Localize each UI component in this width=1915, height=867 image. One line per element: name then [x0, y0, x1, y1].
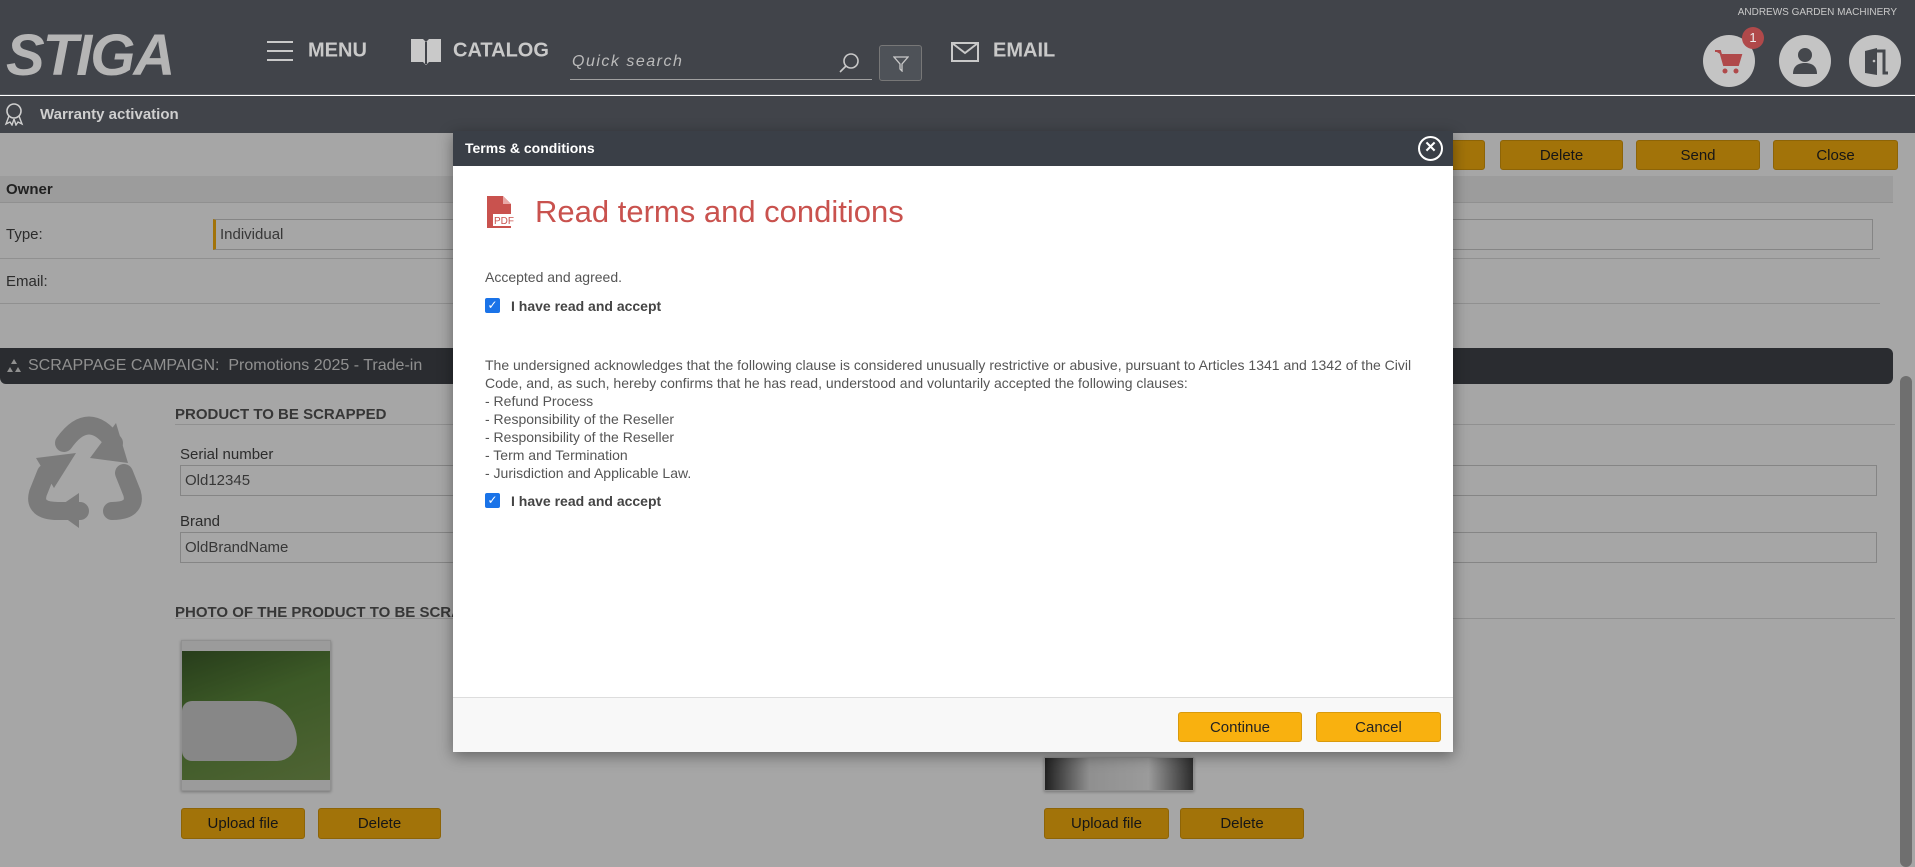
terms-link-title[interactable]: Read terms and conditions [535, 194, 904, 230]
clause-item: - Responsibility of the Reseller [485, 429, 675, 445]
terms-dialog: Terms & conditions ✕ PDF Read terms and … [453, 131, 1453, 752]
dialog-footer: Continue Cancel [453, 697, 1453, 752]
clause-item: - Refund Process [485, 393, 594, 409]
clauses-paragraph: The undersigned acknowledges that the fo… [485, 357, 1412, 391]
accept-checkbox-2[interactable]: ✓ [485, 493, 500, 508]
pdf-file-icon[interactable]: PDF [485, 196, 517, 228]
dialog-header: Terms & conditions ✕ [453, 131, 1453, 166]
clauses-text: The undersigned acknowledges that the fo… [485, 356, 1425, 482]
clause-item: - Responsibility of the Reseller [485, 411, 675, 427]
continue-button[interactable]: Continue [1178, 712, 1302, 742]
cancel-button[interactable]: Cancel [1316, 712, 1441, 742]
svg-text:PDF: PDF [494, 216, 514, 227]
clause-item: - Jurisdiction and Applicable Law. [485, 465, 692, 481]
accept-label-2: I have read and accept [511, 493, 662, 509]
dialog-title: Terms & conditions [465, 140, 595, 156]
accept-checkbox-1[interactable]: ✓ [485, 298, 500, 313]
accept-label-1: I have read and accept [511, 298, 662, 314]
close-dialog-icon[interactable]: ✕ [1418, 136, 1443, 161]
accepted-text: Accepted and agreed. [485, 269, 622, 285]
scrollbar-thumb[interactable] [1900, 376, 1912, 867]
clause-item: - Term and Termination [485, 447, 628, 463]
